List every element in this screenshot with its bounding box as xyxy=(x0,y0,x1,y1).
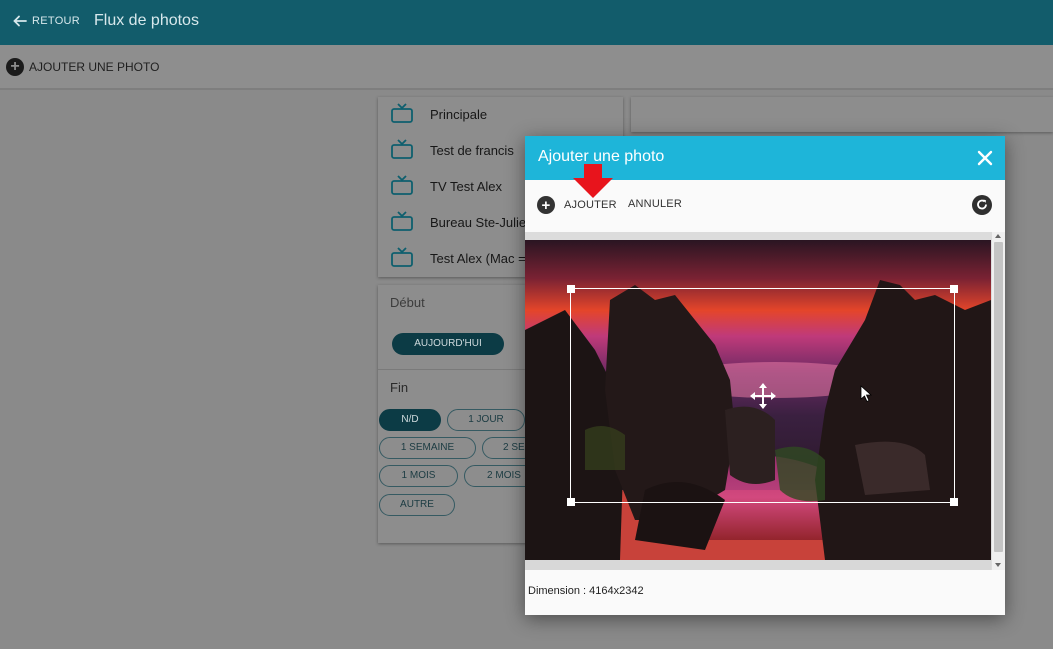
tv-icon xyxy=(391,139,413,159)
red-arrow-icon xyxy=(573,164,613,198)
plus-circle-icon: + xyxy=(6,58,24,76)
preview-panel xyxy=(631,97,1053,132)
close-icon[interactable] xyxy=(975,148,995,168)
back-label: RETOUR xyxy=(32,15,81,27)
screen-label: TV Test Alex xyxy=(430,178,503,194)
tv-icon xyxy=(391,103,413,123)
end-label: Fin xyxy=(390,380,409,395)
horizontal-scrollbar[interactable] xyxy=(525,560,991,570)
dialog-add-button[interactable]: + AJOUTER xyxy=(537,196,617,214)
screen-item[interactable]: TV Test Alex xyxy=(390,174,502,198)
screen-label: Test de francis xyxy=(430,142,514,158)
arrow-left-icon xyxy=(13,15,27,27)
duration-chip-1-day[interactable]: 1 JOUR xyxy=(447,409,525,431)
image-canvas[interactable] xyxy=(525,232,1005,570)
add-photo-button[interactable]: + AJOUTER UNE PHOTO xyxy=(6,58,159,76)
crop-handle-bottom-left[interactable] xyxy=(567,498,575,506)
screen-label: Principale xyxy=(430,106,488,122)
move-icon[interactable] xyxy=(749,382,777,410)
crop-handle-top-left[interactable] xyxy=(567,285,575,293)
today-button[interactable]: AUJOURD'HUI xyxy=(392,333,504,355)
scroll-thumb[interactable] xyxy=(994,242,1003,552)
dialog-add-label: AJOUTER xyxy=(564,199,617,211)
crop-handle-bottom-right[interactable] xyxy=(950,498,958,506)
duration-chip-1-month[interactable]: 1 MOIS xyxy=(379,465,458,487)
screen-item[interactable]: Bureau Ste-Julie xyxy=(390,210,526,234)
crop-selection[interactable] xyxy=(567,285,958,506)
plus-circle-icon: + xyxy=(537,196,555,214)
tv-icon xyxy=(391,175,413,195)
cursor-icon xyxy=(860,385,872,403)
add-photo-dialog: Ajouter une photo + AJOUTER ANNULER Dime… xyxy=(525,136,1005,615)
photo-preview xyxy=(525,240,991,560)
page-toolbar: + AJOUTER UNE PHOTO xyxy=(0,45,1053,90)
crop-handle-top-right[interactable] xyxy=(950,285,958,293)
rotate-icon[interactable] xyxy=(972,195,992,215)
add-photo-label: AJOUTER UNE PHOTO xyxy=(29,60,160,74)
screen-item[interactable]: Principale xyxy=(390,102,487,126)
duration-chip-nd[interactable]: N/D xyxy=(379,409,441,431)
dimension-text: Dimension : 4164x2342 xyxy=(528,585,644,597)
vertical-scrollbar[interactable] xyxy=(992,232,1005,570)
screen-label: Test Alex (Mac = ... xyxy=(430,250,541,266)
start-label: Début xyxy=(390,295,425,310)
duration-chip-other[interactable]: AUTRE xyxy=(379,494,455,516)
app-header: RETOUR Flux de photos xyxy=(0,0,1053,45)
screen-label: Bureau Ste-Julie xyxy=(430,214,527,230)
back-button[interactable]: RETOUR xyxy=(12,13,80,29)
scroll-up-arrow[interactable] xyxy=(995,234,1001,238)
duration-chip-1-week[interactable]: 1 SEMAINE xyxy=(379,437,476,459)
tv-icon xyxy=(391,211,413,231)
screen-item[interactable]: Test de francis xyxy=(390,138,514,162)
page-title: Flux de photos xyxy=(94,12,199,29)
scroll-down-arrow[interactable] xyxy=(995,563,1001,567)
tv-icon xyxy=(391,247,413,267)
dialog-cancel-button[interactable]: ANNULER xyxy=(628,198,682,210)
screen-item[interactable]: Test Alex (Mac = ... xyxy=(390,246,540,270)
